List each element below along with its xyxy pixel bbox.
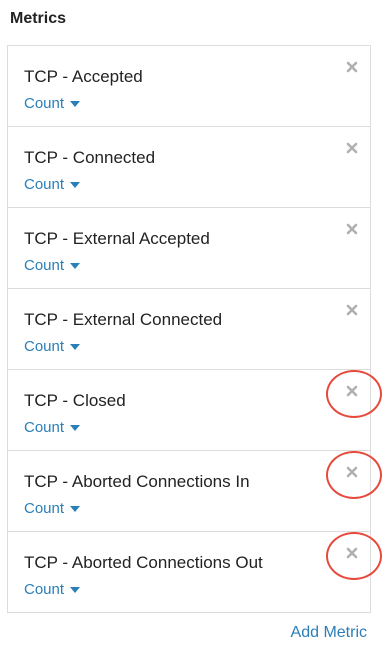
metric-label: TCP - Aborted Connections Out bbox=[24, 553, 263, 572]
close-icon bbox=[346, 142, 358, 154]
caret-down-icon bbox=[70, 181, 81, 188]
aggregation-dropdown[interactable]: Count bbox=[24, 419, 81, 436]
metric-label: TCP - External Connected bbox=[24, 310, 223, 329]
metric-item: TCP - External Connected Count bbox=[7, 288, 371, 370]
metrics-panel: Metrics TCP - Accepted Count TCP - Conne… bbox=[0, 0, 385, 647]
close-icon bbox=[346, 304, 358, 316]
remove-metric-button[interactable] bbox=[345, 465, 359, 479]
section-title: Metrics bbox=[10, 10, 67, 27]
remove-metric-button[interactable] bbox=[345, 546, 359, 560]
metric-item: TCP - External Accepted Count bbox=[7, 207, 371, 289]
aggregation-label: Count bbox=[24, 95, 65, 112]
remove-metric-button[interactable] bbox=[345, 141, 359, 155]
caret-down-icon bbox=[70, 424, 81, 431]
aggregation-dropdown[interactable]: Count bbox=[24, 338, 81, 355]
aggregation-label: Count bbox=[24, 257, 65, 274]
caret-down-icon bbox=[70, 586, 81, 593]
close-icon bbox=[346, 61, 358, 73]
aggregation-dropdown[interactable]: Count bbox=[24, 95, 81, 112]
caret-down-icon bbox=[70, 262, 81, 269]
add-metric-link[interactable]: Add Metric bbox=[291, 624, 367, 642]
remove-metric-button[interactable] bbox=[345, 222, 359, 236]
close-icon bbox=[346, 547, 358, 559]
close-icon bbox=[346, 385, 358, 397]
aggregation-label: Count bbox=[24, 338, 65, 355]
metric-item: TCP - Accepted Count bbox=[7, 45, 371, 127]
aggregation-dropdown[interactable]: Count bbox=[24, 500, 81, 517]
remove-metric-button[interactable] bbox=[345, 384, 359, 398]
metric-item: TCP - Connected Count bbox=[7, 126, 371, 208]
metric-label: TCP - Connected bbox=[24, 148, 156, 167]
aggregation-dropdown[interactable]: Count bbox=[24, 581, 81, 598]
aggregation-label: Count bbox=[24, 419, 65, 436]
metrics-list: TCP - Accepted Count TCP - Connected Cou… bbox=[7, 45, 371, 613]
metric-label: TCP - External Accepted bbox=[24, 229, 210, 248]
aggregation-label: Count bbox=[24, 176, 65, 193]
close-icon bbox=[346, 466, 358, 478]
metric-item: TCP - Closed Count bbox=[7, 369, 371, 451]
metric-label: TCP - Accepted bbox=[24, 67, 143, 86]
caret-down-icon bbox=[70, 343, 81, 350]
close-icon bbox=[346, 223, 358, 235]
remove-metric-button[interactable] bbox=[345, 303, 359, 317]
metric-label: TCP - Closed bbox=[24, 391, 126, 410]
metric-label: TCP - Aborted Connections In bbox=[24, 472, 250, 491]
metric-item: TCP - Aborted Connections In Count bbox=[7, 450, 371, 532]
caret-down-icon bbox=[70, 100, 81, 107]
aggregation-dropdown[interactable]: Count bbox=[24, 176, 81, 193]
caret-down-icon bbox=[70, 505, 81, 512]
aggregation-dropdown[interactable]: Count bbox=[24, 257, 81, 274]
aggregation-label: Count bbox=[24, 500, 65, 517]
aggregation-label: Count bbox=[24, 581, 65, 598]
remove-metric-button[interactable] bbox=[345, 60, 359, 74]
metric-item: TCP - Aborted Connections Out Count bbox=[7, 531, 371, 613]
